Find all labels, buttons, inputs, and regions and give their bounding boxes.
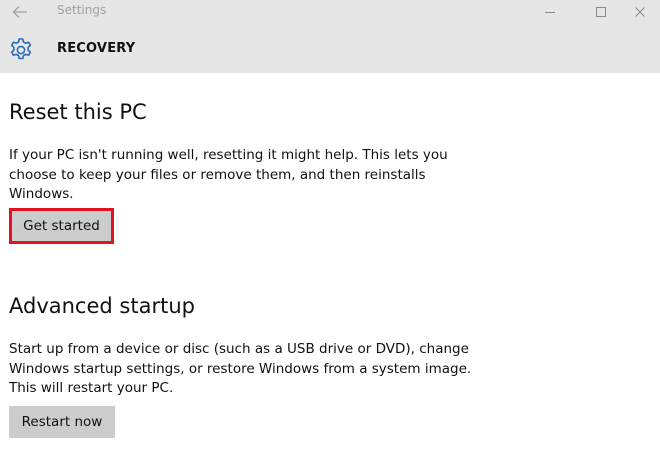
page-header: RECOVERY <box>0 24 660 73</box>
restart-now-label: Restart now <box>21 414 103 430</box>
arrow-left-icon <box>12 6 27 18</box>
maximize-icon <box>596 7 606 17</box>
reset-section-title: Reset this PC <box>9 100 147 124</box>
advanced-section-title: Advanced startup <box>9 294 195 318</box>
title-bar: Settings <box>0 0 660 24</box>
maximize-button[interactable] <box>576 0 626 24</box>
settings-window: Settings RECOVERY Reset this PC If your … <box>0 0 660 450</box>
minimize-icon <box>545 12 555 13</box>
close-button[interactable] <box>620 0 660 24</box>
restart-now-button[interactable]: Restart now <box>9 406 115 438</box>
page-title: RECOVERY <box>57 41 136 56</box>
minimize-button[interactable] <box>525 0 575 24</box>
advanced-section-description: Start up from a device or disc (such as … <box>9 341 472 396</box>
close-icon <box>635 7 645 17</box>
get-started-label: Get started <box>23 218 100 234</box>
get-started-button[interactable]: Get started <box>9 208 114 244</box>
gear-icon <box>10 38 32 60</box>
window-title: Settings <box>57 3 107 17</box>
back-button[interactable] <box>0 0 40 24</box>
reset-section-description: If your PC isn't running well, resetting… <box>9 147 448 202</box>
